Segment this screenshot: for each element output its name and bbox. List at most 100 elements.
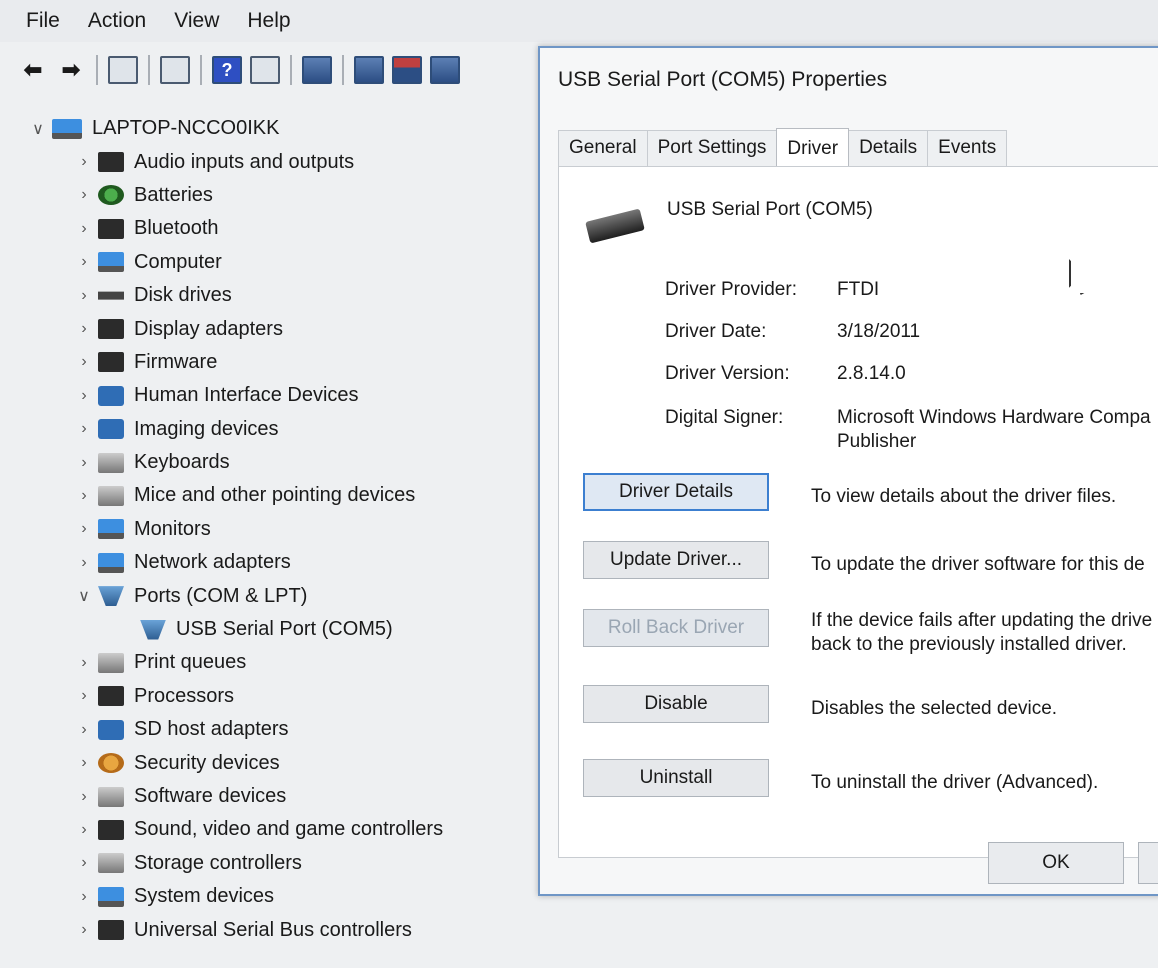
firmware-icon <box>98 352 124 373</box>
uninstall-button[interactable]: Uninstall <box>583 759 769 797</box>
tree-item-network[interactable]: › Network adapters <box>24 546 524 579</box>
tree-item-display-adapters[interactable]: › Display adapters <box>24 312 524 345</box>
driver-version-label: Driver Version: <box>665 363 790 384</box>
roll-back-driver-button[interactable]: Roll Back Driver <box>583 609 769 647</box>
tree-item-storage[interactable]: › Storage controllers <box>24 847 524 880</box>
tree-item-print-queues[interactable]: › Print queues <box>24 646 524 679</box>
tree-item-security[interactable]: › Security devices <box>24 746 524 779</box>
tree-item-monitors[interactable]: › Monitors <box>24 513 524 546</box>
chevron-right-icon[interactable]: › <box>70 320 98 338</box>
disable-button[interactable]: Disable <box>583 685 769 723</box>
tab-general[interactable]: General <box>558 130 648 166</box>
chevron-right-icon[interactable]: › <box>70 754 98 772</box>
chevron-right-icon[interactable]: › <box>70 287 98 305</box>
chevron-right-icon[interactable]: › <box>70 353 98 371</box>
tree-item-sound[interactable]: › Sound, video and game controllers <box>24 813 524 846</box>
tree-item-imaging[interactable]: › Imaging devices <box>24 413 524 446</box>
chevron-right-icon[interactable]: › <box>70 186 98 204</box>
tree-item-audio[interactable]: › Audio inputs and outputs <box>24 145 524 178</box>
tree-item-system[interactable]: › System devices <box>24 880 524 913</box>
tree-item-firmware[interactable]: › Firmware <box>24 346 524 379</box>
properties-icon[interactable] <box>160 56 190 84</box>
tree-item-label: Software devices <box>134 785 287 807</box>
monitor-icon <box>98 519 124 540</box>
roll-back-description-line2: back to the previously installed driver. <box>811 634 1127 655</box>
tree-item-keyboards[interactable]: › Keyboards <box>24 446 524 479</box>
chevron-right-icon[interactable]: › <box>70 854 98 872</box>
chevron-right-icon[interactable]: › <box>70 520 98 538</box>
driver-date-value: 3/18/2011 <box>837 321 921 342</box>
chevron-right-icon[interactable]: › <box>70 454 98 472</box>
tree-item-processors[interactable]: › Processors <box>24 680 524 713</box>
software-icon <box>98 786 124 807</box>
tree-item-computer[interactable]: › Computer <box>24 246 524 279</box>
show-hide-console-tree-icon[interactable] <box>108 56 138 84</box>
properties-dialog: USB Serial Port (COM5) Properties Genera… <box>538 46 1158 896</box>
chevron-right-icon[interactable]: › <box>70 253 98 271</box>
chevron-right-icon[interactable]: › <box>70 721 98 739</box>
driver-date-label: Driver Date: <box>665 321 767 342</box>
sd-icon <box>98 719 124 740</box>
tree-item-bluetooth[interactable]: › Bluetooth <box>24 212 524 245</box>
menu-view[interactable]: View <box>160 9 233 33</box>
ok-button[interactable]: OK <box>988 842 1124 884</box>
update-driver-button[interactable]: Update Driver... <box>583 541 769 579</box>
tree-item-software[interactable]: › Software devices <box>24 780 524 813</box>
menu-help[interactable]: Help <box>233 9 304 33</box>
chevron-right-icon[interactable]: › <box>70 687 98 705</box>
tab-details[interactable]: Details <box>848 130 929 166</box>
help-icon[interactable]: ? <box>212 56 242 84</box>
tree-item-label: Disk drives <box>134 284 232 307</box>
menu-file[interactable]: File <box>0 9 74 33</box>
chevron-right-icon[interactable]: › <box>70 921 98 939</box>
chevron-right-icon[interactable]: › <box>70 487 98 505</box>
tree-item-ports[interactable]: ∨ Ports (COM & LPT) <box>24 579 524 612</box>
scan-hardware-icon[interactable] <box>302 56 332 84</box>
enable-device-icon[interactable] <box>430 56 460 84</box>
toolbar: ⬅ ➡ ? <box>0 44 558 96</box>
tree-item-label: System devices <box>134 885 275 908</box>
speaker-icon <box>98 152 124 173</box>
tree-item-label: SD host adapters <box>134 718 289 741</box>
back-arrow-icon[interactable]: ⬅ <box>18 55 48 85</box>
action-pane-icon[interactable] <box>250 56 280 84</box>
tree-item-usb-controllers[interactable]: › Universal Serial Bus controllers <box>24 913 524 946</box>
device-tree: ∨ LAPTOP-NCCO0IKK › Audio inputs and out… <box>24 112 524 947</box>
cancel-button[interactable] <box>1138 842 1158 884</box>
usb-icon <box>98 920 124 941</box>
tree-item-label: Sound, video and game controllers <box>134 818 444 841</box>
uninstall-device-icon[interactable] <box>392 56 422 84</box>
chevron-right-icon[interactable]: › <box>70 821 98 839</box>
tab-driver[interactable]: Driver <box>776 128 850 167</box>
chevron-right-icon[interactable]: › <box>70 387 98 405</box>
tree-item-disk-drives[interactable]: › Disk drives <box>24 279 524 312</box>
disable-description: Disables the selected device. <box>811 698 1058 719</box>
tree-item-sd-host[interactable]: › SD host adapters <box>24 713 524 746</box>
chevron-down-icon[interactable]: ∨ <box>70 586 98 606</box>
tab-events[interactable]: Events <box>927 130 1008 166</box>
chevron-right-icon[interactable]: › <box>70 420 98 438</box>
chevron-right-icon[interactable]: › <box>70 554 98 572</box>
chevron-right-icon[interactable]: › <box>70 153 98 171</box>
update-driver-icon[interactable] <box>354 56 384 84</box>
chevron-right-icon[interactable]: › <box>70 888 98 906</box>
tab-port-settings[interactable]: Port Settings <box>646 130 778 166</box>
menu-action[interactable]: Action <box>74 9 160 33</box>
tree-item-usb-serial-port[interactable]: USB Serial Port (COM5) <box>24 613 524 646</box>
driver-details-button[interactable]: Driver Details <box>583 473 769 511</box>
tree-item-mice[interactable]: › Mice and other pointing devices <box>24 479 524 512</box>
chevron-right-icon[interactable]: › <box>70 788 98 806</box>
chevron-down-icon[interactable]: ∨ <box>24 119 52 139</box>
chevron-right-icon[interactable]: › <box>70 654 98 672</box>
camera-icon <box>98 419 124 440</box>
sound-icon <box>98 819 124 840</box>
tree-root[interactable]: ∨ LAPTOP-NCCO0IKK <box>24 112 524 145</box>
tree-item-label: Processors <box>134 684 235 707</box>
forward-arrow-icon[interactable]: ➡ <box>56 55 86 85</box>
tree-item-hid[interactable]: › Human Interface Devices <box>24 379 524 412</box>
battery-icon <box>98 185 124 206</box>
tree-item-label: Ports (COM & LPT) <box>134 584 308 607</box>
menu-bar: File Action View Help <box>0 0 1158 42</box>
tree-item-batteries[interactable]: › Batteries <box>24 179 524 212</box>
chevron-right-icon[interactable]: › <box>70 220 98 238</box>
